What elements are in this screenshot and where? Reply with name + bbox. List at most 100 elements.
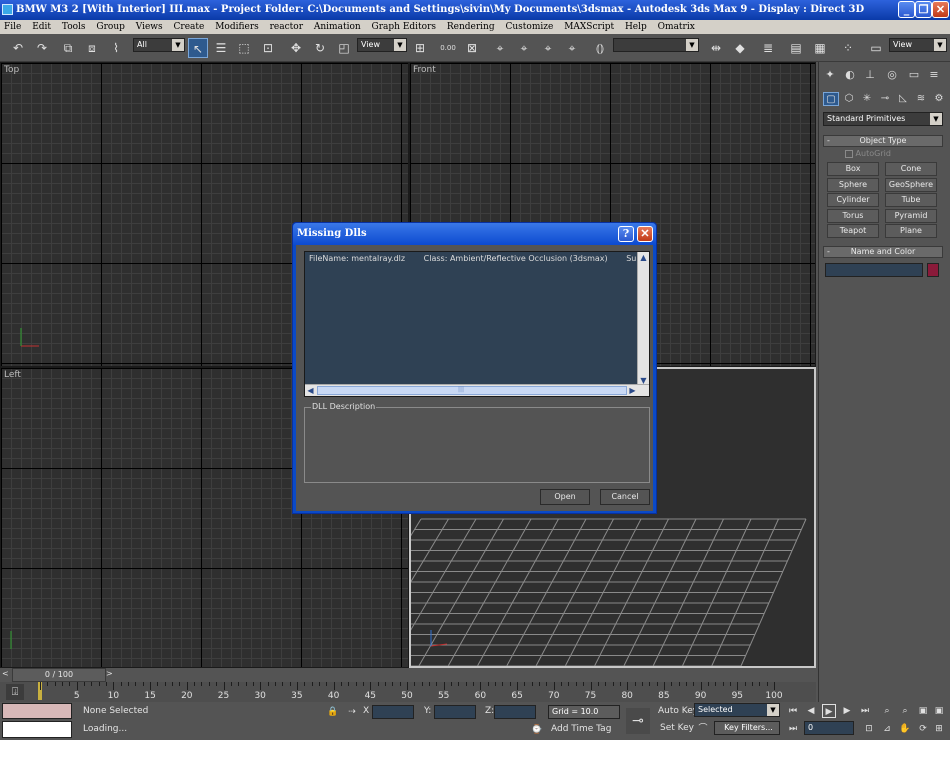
scroll-up-icon[interactable]: ▲	[638, 252, 649, 263]
previous-frame-icon[interactable]: ◀	[804, 704, 818, 718]
undo-icon[interactable]: ↶	[8, 38, 28, 58]
viewport-front-label[interactable]: Front	[413, 65, 436, 75]
list-item[interactable]: FileName: mentalray.dlz Class: Ambient/R…	[309, 254, 649, 263]
menu-edit[interactable]: Edit	[32, 22, 51, 32]
time-configuration-icon[interactable]: ⊡	[862, 722, 876, 736]
list-vertical-scrollbar[interactable]: ▲ ▼	[637, 252, 649, 386]
menu-group[interactable]: Group	[96, 22, 124, 32]
key-mode-toggle-icon[interactable]: ⏭	[786, 722, 800, 736]
z-coord-input[interactable]	[494, 705, 536, 719]
autogrid-checkbox[interactable]: AutoGrid	[845, 149, 891, 158]
move-icon[interactable]: ✥	[286, 38, 306, 58]
current-frame-input[interactable]: 0	[804, 721, 854, 735]
redo-icon[interactable]: ↷	[32, 38, 52, 58]
close-window-button[interactable]: ✕	[932, 1, 949, 18]
utilities-tab-icon[interactable]: ≡	[925, 68, 943, 82]
named-selection-dropdown[interactable]: ▼	[613, 38, 699, 52]
key-filters-button[interactable]: Key Filters...	[714, 721, 780, 735]
menu-animation[interactable]: Animation	[314, 22, 361, 32]
pyramid-button[interactable]: Pyramid	[885, 209, 937, 223]
menu-graph-editors[interactable]: Graph Editors	[372, 22, 436, 32]
schematic-view-icon[interactable]: ▦	[810, 38, 830, 58]
maximize-viewport-icon[interactable]: ⊞	[932, 722, 946, 736]
cancel-button[interactable]: Cancel	[600, 489, 650, 505]
angle-snap-readout[interactable]: 0.00	[438, 38, 458, 58]
zoom-icon[interactable]: ⌕	[880, 704, 894, 718]
plane-button[interactable]: Plane	[885, 224, 937, 238]
rotate-icon[interactable]: ↻	[310, 38, 330, 58]
menu-file[interactable]: File	[4, 22, 21, 32]
viewport-left-label[interactable]: Left	[4, 370, 21, 380]
menu-create[interactable]: Create	[174, 22, 205, 32]
missing-dll-list[interactable]: FileName: mentalray.dlz Class: Ambient/R…	[304, 251, 650, 397]
set-key-mode-icon[interactable]: ⊸	[626, 708, 650, 734]
snap-toggle-icon[interactable]: ⌖	[490, 38, 510, 58]
maxscript-input[interactable]	[2, 721, 72, 738]
object-type-rollout[interactable]: - Object Type	[823, 135, 943, 147]
systems-icon[interactable]: ⚙	[931, 92, 947, 106]
zoom-all-icon[interactable]: ⌕	[898, 704, 912, 718]
select-link-icon[interactable]: ⧉	[58, 38, 78, 58]
rectangular-selection-icon[interactable]: ⬚	[234, 38, 254, 58]
scroll-left-icon[interactable]: ◀	[305, 385, 316, 396]
field-of-view-icon[interactable]: ⊿	[880, 722, 894, 736]
dialog-help-button[interactable]: ?	[618, 226, 634, 242]
pan-icon[interactable]: ✋	[898, 722, 912, 736]
menu-reactor[interactable]: reactor	[270, 22, 303, 32]
add-time-tag-button[interactable]: Add Time Tag	[548, 723, 620, 737]
go-to-start-icon[interactable]: ⏮	[786, 704, 800, 718]
geosphere-button[interactable]: GeoSphere	[885, 178, 937, 192]
maxscript-listener-mini[interactable]	[2, 703, 72, 719]
arc-rotate-icon[interactable]: ⟳	[916, 722, 930, 736]
reference-coordinate-dropdown[interactable]: View ▼	[357, 38, 407, 52]
scale-icon[interactable]: ◰	[334, 38, 354, 58]
menu-maxscript[interactable]: MAXScript	[564, 22, 614, 32]
lights-icon[interactable]: ✳	[859, 92, 875, 106]
box-button[interactable]: Box	[827, 162, 879, 176]
menu-tools[interactable]: Tools	[62, 22, 86, 32]
y-coord-input[interactable]	[434, 705, 476, 719]
shapes-icon[interactable]: ⬡	[841, 92, 857, 106]
cylinder-button[interactable]: Cylinder	[827, 193, 879, 207]
menu-omatrix[interactable]: Omatrix	[658, 22, 695, 32]
teapot-button[interactable]: Teapot	[827, 224, 879, 238]
bind-space-warp-icon[interactable]: ⌇	[106, 38, 126, 58]
zoom-extents-icon[interactable]: ▣	[916, 704, 930, 718]
zoom-extents-all-icon[interactable]: ▣	[932, 704, 946, 718]
time-slider[interactable]: < 0 / 100 >	[0, 668, 816, 682]
menu-customize[interactable]: Customize	[505, 22, 553, 32]
next-frame-icon[interactable]: ▶	[840, 704, 854, 718]
edit-named-selections-icon[interactable]: ⊠	[462, 38, 482, 58]
hierarchy-tab-icon[interactable]: ⊥	[861, 68, 879, 82]
play-icon[interactable]: ▶	[822, 704, 836, 718]
track-bar[interactable]: ⍗ 5 10 15 20 25 30 35 40 45 50 55 60 65 70 75 80 85 90 95 1…	[0, 682, 816, 704]
menu-help[interactable]: Help	[625, 22, 647, 32]
helpers-icon[interactable]: ◺	[895, 92, 911, 106]
go-to-end-icon[interactable]: ⏭	[858, 704, 872, 718]
menu-modifiers[interactable]: Modifiers	[215, 22, 259, 32]
display-tab-icon[interactable]: ▭	[905, 68, 923, 82]
object-color-swatch[interactable]	[927, 263, 939, 277]
open-button[interactable]: Open	[540, 489, 590, 505]
dialog-close-button[interactable]: ✕	[637, 226, 653, 242]
absolute-mode-icon[interactable]: ⇢	[345, 705, 359, 719]
select-object-icon[interactable]: ↖	[188, 38, 208, 58]
auto-key-button[interactable]: Auto Key	[658, 706, 698, 716]
slider-prev-icon[interactable]: <	[2, 669, 12, 681]
viewport-top-label[interactable]: Top	[4, 65, 19, 75]
slider-next-icon[interactable]: >	[106, 669, 116, 681]
select-by-name-icon[interactable]: ☰	[211, 38, 231, 58]
curve-editor-icon[interactable]: ▤	[786, 38, 806, 58]
render-scene-icon[interactable]: ▭	[866, 38, 886, 58]
frame-counter[interactable]: 0 / 100	[12, 668, 106, 682]
percent-snap-icon[interactable]: ⌖	[538, 38, 558, 58]
object-name-input[interactable]	[825, 263, 923, 277]
menu-views[interactable]: Views	[136, 22, 163, 32]
cone-button[interactable]: Cone	[885, 162, 937, 176]
spinner-snap-icon[interactable]: ⌖	[562, 38, 582, 58]
minimize-button[interactable]: _	[898, 1, 915, 18]
list-horizontal-scrollbar[interactable]: ◀ ||| ▶	[305, 384, 649, 396]
selection-lock-icon[interactable]: 🔒	[326, 705, 340, 719]
x-coord-input[interactable]	[372, 705, 414, 719]
modify-tab-icon[interactable]: ◐	[841, 68, 859, 82]
